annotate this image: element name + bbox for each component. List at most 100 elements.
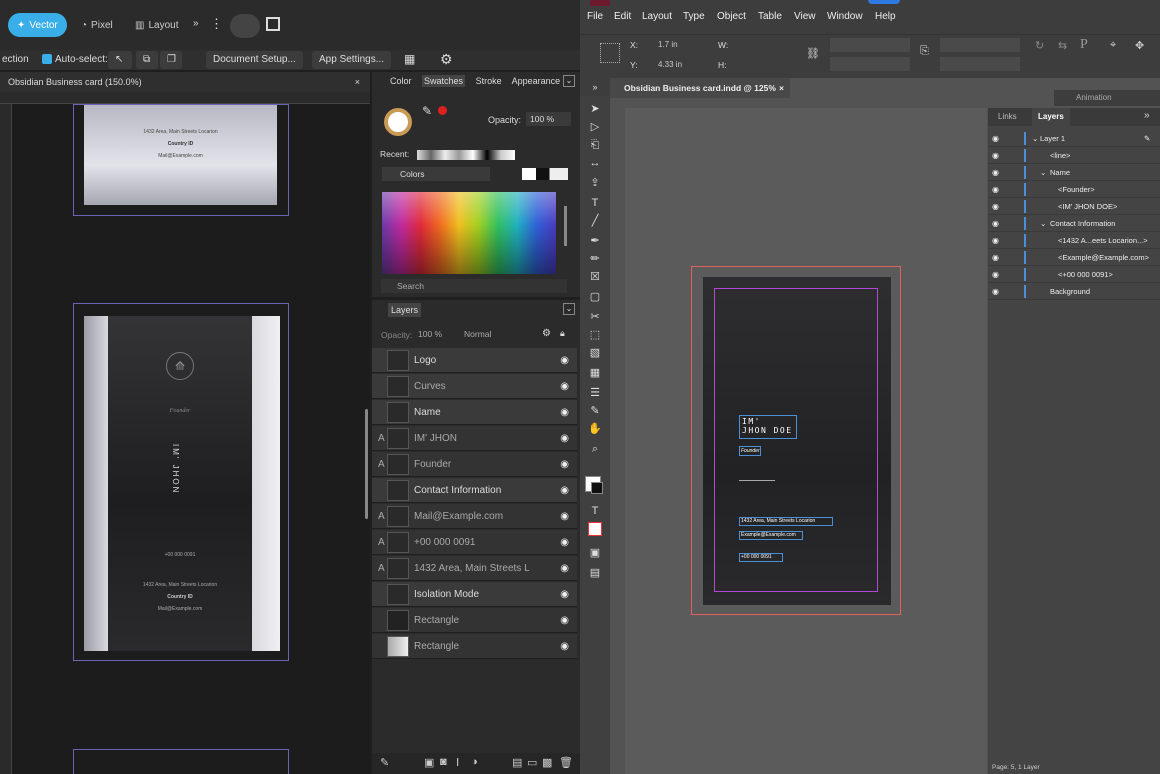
visibility-eye-icon[interactable]: ◉	[560, 485, 569, 496]
visibility-eye-icon[interactable]: ◉	[560, 355, 569, 366]
layer-row-curves[interactable]: Curves ◉	[372, 374, 577, 399]
rotate-icon[interactable]: ↻	[1035, 39, 1044, 52]
visibility-eye-icon[interactable]: ◉	[560, 641, 569, 652]
edit-icon[interactable]: ✎	[380, 756, 389, 769]
rectangle-frame-tool-icon[interactable]: ☒	[587, 270, 603, 284]
blend-mode-dropdown[interactable]: Normal	[464, 329, 491, 339]
menu-edit[interactable]: Edit	[614, 11, 631, 22]
gear-icon[interactable]: ⚙	[440, 51, 453, 68]
intersect-mode-button[interactable]: ⧉	[136, 51, 158, 69]
visibility-eye-icon[interactable]: ◉	[992, 130, 999, 147]
document-setup-button[interactable]: Document Setup...	[206, 51, 303, 69]
visibility-eye-icon[interactable]: ◉	[992, 266, 999, 283]
trash-icon[interactable]: 🗑︎	[559, 756, 573, 769]
gradient-feather-tool-icon[interactable]: ▦	[587, 366, 603, 380]
visibility-eye-icon[interactable]: ◉	[992, 249, 999, 266]
rotation-field[interactable]	[940, 38, 1020, 52]
visibility-eye-icon[interactable]: ◉	[560, 589, 569, 600]
menu-type[interactable]: Type	[683, 11, 705, 22]
note-tool-icon[interactable]: ☰	[587, 386, 603, 400]
pencil-tool-icon[interactable]: ✏	[587, 252, 603, 266]
zoom-tool-icon[interactable]: ⌕	[587, 442, 603, 456]
apply-none-icon[interactable]	[588, 522, 602, 536]
opacity-field[interactable]: 100 %	[526, 112, 571, 126]
folder-icon[interactable]: ▭	[527, 756, 537, 769]
selection-tool-icon[interactable]: ➤	[587, 102, 603, 116]
fx-icon[interactable]: ◑	[471, 756, 478, 768]
id-layer-row[interactable]: ◉ <IM' JHON DOE>	[988, 198, 1160, 215]
scale-y-field[interactable]	[830, 57, 910, 71]
close-icon[interactable]: ×	[779, 78, 784, 98]
y-field[interactable]: 4.33 in	[658, 60, 682, 69]
constrain-proportions-icon[interactable]: ⛓	[806, 47, 820, 60]
layer-row-im-jhon[interactable]: A IM' JHON ◉	[372, 426, 577, 451]
id-layer-row[interactable]: ◉ ⌄ Layer 1 ✎	[988, 130, 1160, 147]
layer-row-founder[interactable]: A Founder ◉	[372, 452, 577, 477]
visibility-eye-icon[interactable]: ◉	[992, 215, 999, 232]
tab-swatches[interactable]: Swatches	[422, 75, 466, 87]
pen-tool-icon[interactable]: ✒	[587, 234, 603, 248]
hand-tool-icon[interactable]: ✋	[587, 422, 603, 436]
gap-tool-icon[interactable]: ↔	[587, 156, 603, 170]
tab-stroke[interactable]: Stroke	[476, 76, 502, 86]
view-mode-icon[interactable]: ▣	[587, 546, 603, 560]
document-tab[interactable]: Obsidian Business card.indd @ 125% ×	[610, 78, 790, 98]
id-layer-row[interactable]: ◉ Background	[988, 283, 1160, 300]
menu-table[interactable]: Table	[758, 11, 782, 22]
layer-row-rectangle[interactable]: Rectangle ◉	[372, 634, 577, 659]
mask-icon[interactable]: ▣	[424, 756, 434, 769]
id-layer-row[interactable]: ◉ <+00 000 0091>	[988, 266, 1160, 283]
app-settings-button[interactable]: App Settings...	[312, 51, 392, 69]
layer-row-address[interactable]: A 1432 Area, Main Streets L ◉	[372, 556, 577, 581]
add-layer-icon[interactable]: ▤	[512, 756, 522, 769]
layer-row-logo[interactable]: Logo ◉	[372, 348, 577, 373]
auto-select-checkbox[interactable]	[42, 54, 52, 64]
layer-row-phone[interactable]: A +00 000 0091 ◉	[372, 530, 577, 555]
text-tool-button[interactable]	[230, 14, 260, 38]
layer-row-isolation-mode[interactable]: Isolation Mode ◉	[372, 582, 577, 607]
page-tool-icon[interactable]: ⎗	[587, 138, 603, 152]
visibility-eye-icon[interactable]: ◉	[560, 433, 569, 444]
visibility-eye-icon[interactable]: ◉	[560, 537, 569, 548]
select-mode-button[interactable]: ↖	[108, 51, 132, 69]
panel-menu-icon[interactable]: ⌄	[563, 303, 575, 315]
address-text-frame[interactable]: 1432 Area, Main Streets Locarion	[739, 517, 833, 526]
lock-icon[interactable]: 🔒︎	[560, 328, 565, 339]
canvas[interactable]: 1432 Area, Main Streets Locarion Country…	[12, 104, 370, 774]
x-field[interactable]: 1.7 in	[658, 40, 678, 49]
layer-row-name[interactable]: Name ◉	[372, 400, 577, 425]
id-layer-row[interactable]: ◉ ⌄ Name	[988, 164, 1160, 181]
recent-swatches[interactable]	[417, 150, 515, 160]
id-layer-row[interactable]: ◉ ⌄ Contact Information	[988, 215, 1160, 232]
text-direction-icon[interactable]: P	[1080, 37, 1088, 53]
stroke-swatch[interactable]	[591, 482, 603, 494]
artboard-card-back[interactable]: 1432 Area, Main Streets Locarion Country…	[73, 104, 289, 216]
color-quick-swatches[interactable]	[522, 168, 568, 180]
layers-title[interactable]: Layers	[388, 303, 422, 317]
tab-links[interactable]: Links	[998, 112, 1017, 121]
type-tool-icon[interactable]: T	[587, 196, 603, 210]
divider-line[interactable]	[739, 480, 775, 481]
formatting-affects-icon[interactable]: T	[587, 504, 603, 518]
menu-help[interactable]: Help	[875, 11, 896, 22]
vertical-scrollbar[interactable]	[365, 409, 368, 519]
id-layer-row[interactable]: ◉ <Founder>	[988, 181, 1160, 198]
grid-icon[interactable]	[266, 17, 280, 31]
copy-mode-button[interactable]: ❐	[160, 51, 182, 69]
gradient-tool-icon[interactable]: ▧	[587, 346, 603, 360]
tab-layers[interactable]: Layers	[1032, 108, 1070, 126]
adjustment-icon[interactable]: Ⅰ	[456, 756, 459, 769]
scale-x-field[interactable]	[830, 38, 910, 52]
menu-view[interactable]: View	[794, 11, 816, 22]
eyedropper-tool-icon[interactable]: ✎	[587, 404, 603, 418]
close-icon[interactable]: ×	[355, 72, 360, 92]
swatch-scrollbar[interactable]	[564, 206, 567, 246]
panel-menu-icon[interactable]: ⌄	[563, 75, 575, 87]
menu-dots-icon[interactable]: ⋮	[210, 16, 223, 32]
swatch-grid[interactable]	[382, 192, 556, 274]
role-text-frame[interactable]: Founder	[739, 446, 761, 456]
visibility-eye-icon[interactable]: ◉	[992, 164, 999, 181]
id-layer-row[interactable]: ◉ <line>	[988, 147, 1160, 164]
panel-menu-icon[interactable]: »	[1144, 110, 1150, 121]
palette-dropdown[interactable]: Colors	[382, 167, 490, 181]
